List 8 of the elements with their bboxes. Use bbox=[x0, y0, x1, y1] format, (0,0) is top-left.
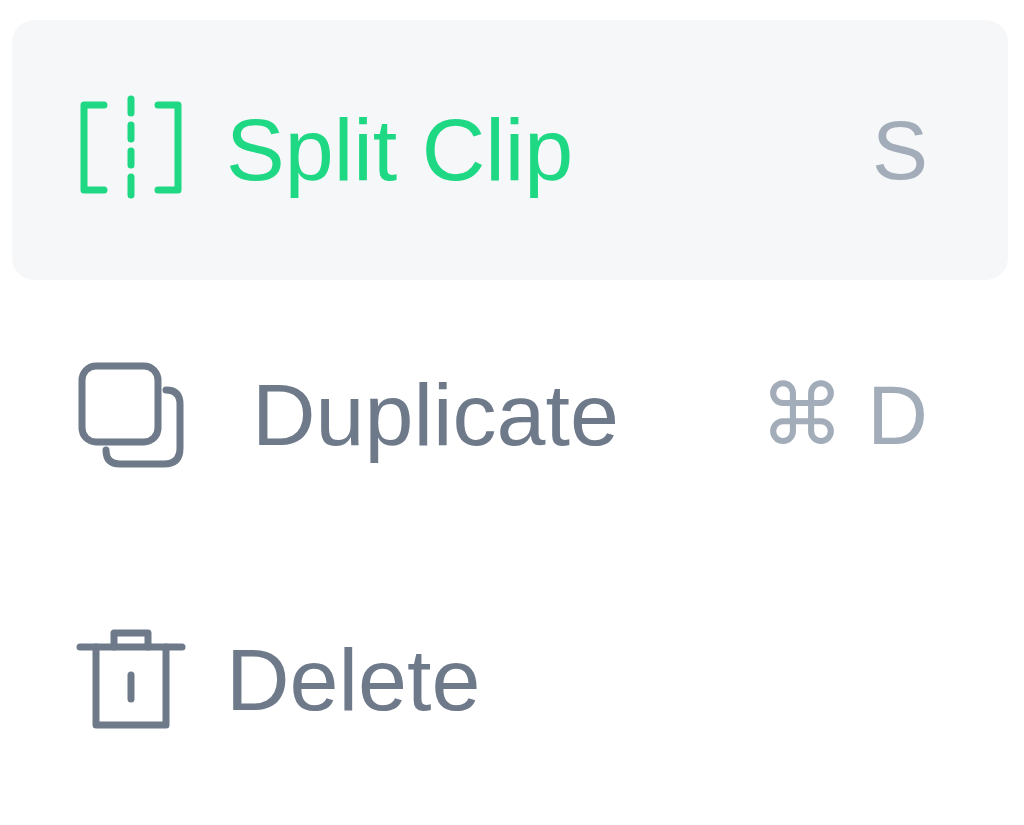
shortcut-label: ⌘ D bbox=[760, 367, 928, 464]
menu-item[interactable]: Duplicate ⌘ D bbox=[12, 285, 1008, 545]
shortcut-label: S bbox=[871, 101, 928, 199]
item-label: Split Clip bbox=[226, 99, 575, 201]
item-label: Delete bbox=[226, 629, 482, 731]
duplicate-icon bbox=[76, 360, 186, 470]
item-label: Duplicate bbox=[252, 364, 620, 466]
menu-item[interactable]: Delete bbox=[12, 550, 1008, 810]
